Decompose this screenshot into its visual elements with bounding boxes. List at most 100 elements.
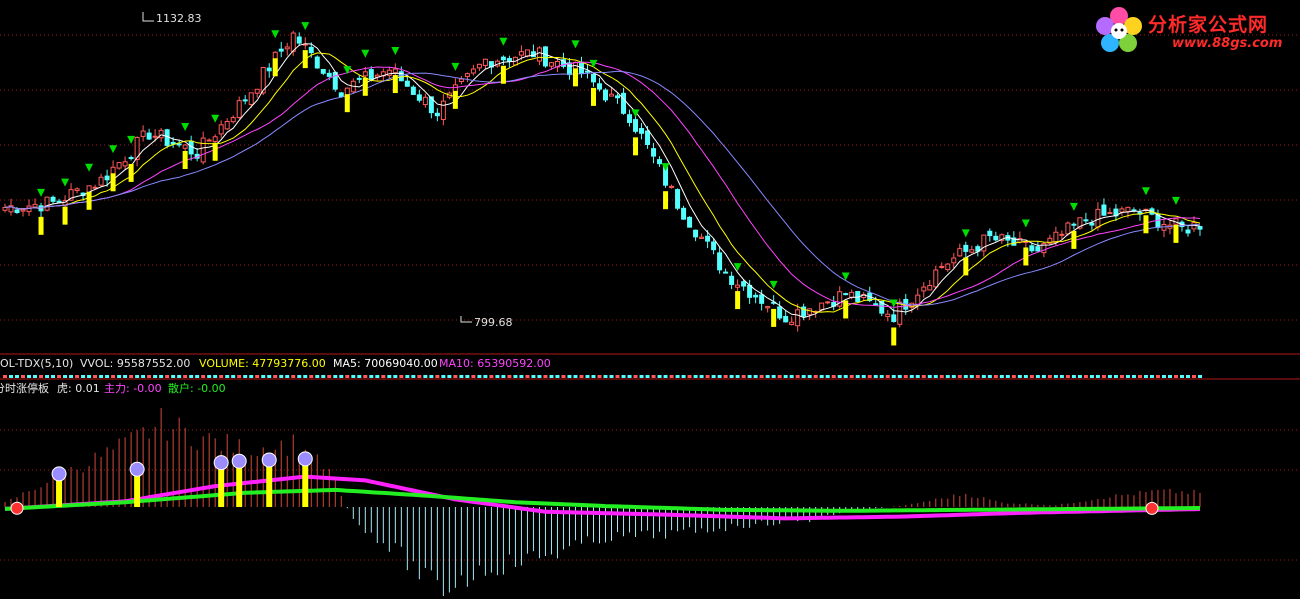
- candle-body: [44, 196, 50, 211]
- candle-body: [1119, 208, 1125, 213]
- smiley-badge-icon: [297, 451, 313, 467]
- candle-body: [699, 236, 705, 239]
- candle-body: [897, 301, 903, 325]
- candle-body: [542, 46, 548, 67]
- candle-body: [290, 32, 296, 52]
- smiley-badge-icon: [213, 455, 229, 471]
- candle-body: [669, 185, 675, 188]
- arrow-down-icon: [1141, 187, 1150, 196]
- volume-bar: [297, 375, 302, 378]
- volume-bar: [747, 375, 752, 378]
- volume-bar: [951, 375, 956, 378]
- candle-body: [1053, 231, 1059, 243]
- volume-bar: [1173, 375, 1178, 378]
- arrow-down-icon: [109, 145, 118, 154]
- volume-bar: [537, 375, 542, 378]
- volume-bar: [453, 375, 458, 378]
- candle-body: [741, 281, 747, 287]
- signal-bar: [302, 50, 308, 69]
- volume-bar: [531, 375, 536, 378]
- signal-bar: [62, 206, 68, 225]
- volume-bar: [543, 375, 548, 378]
- candle-body: [963, 244, 969, 252]
- signal-bar: [362, 77, 368, 96]
- candle-body: [116, 162, 122, 169]
- signal-bar: [1071, 230, 1077, 249]
- candle-body: [987, 230, 993, 237]
- signal-bar: [128, 163, 134, 182]
- volume-bar: [777, 375, 782, 378]
- candle-body: [548, 62, 554, 67]
- volume-bar: [795, 375, 800, 378]
- volume-bar: [687, 375, 692, 378]
- candle-body: [609, 93, 615, 97]
- volume-bar: [381, 375, 386, 378]
- signal-bar: [1143, 215, 1149, 234]
- candle-body: [765, 306, 771, 309]
- volume-bar: [879, 375, 884, 378]
- volume-bar: [705, 375, 710, 378]
- volume-bar: [1155, 375, 1160, 378]
- candle-body: [1083, 219, 1089, 222]
- volume-bar: [339, 375, 344, 378]
- candle-body: [164, 129, 170, 146]
- volume-bar: [21, 375, 26, 378]
- price-grid: [0, 34, 1300, 321]
- candle-body: [506, 58, 512, 62]
- volume-bar: [9, 375, 14, 378]
- candle-body: [1101, 204, 1107, 216]
- volume-bar: [291, 375, 296, 378]
- signal-bar: [1023, 247, 1029, 266]
- signal-bar: [891, 327, 897, 346]
- volume-bar: [1179, 375, 1184, 378]
- volume-bar: [561, 375, 566, 378]
- arrow-down-icon: [1021, 219, 1030, 228]
- volume-bar: [855, 375, 860, 378]
- volume-bar: [105, 375, 110, 378]
- site-logo[interactable]: 分析家公式网 www.88gs.com: [1092, 4, 1292, 58]
- volume-bar: [1071, 375, 1076, 378]
- volume-bar: [411, 375, 416, 378]
- volume-bar: [273, 375, 278, 378]
- candle-body: [927, 284, 933, 291]
- volume-bar: [609, 375, 614, 378]
- candle-body: [56, 200, 62, 203]
- volume-bar: [207, 375, 212, 378]
- candle-body: [717, 252, 723, 271]
- arrow-down-icon: [343, 66, 352, 75]
- volume-bar: [75, 375, 80, 378]
- candle-body: [843, 293, 849, 296]
- candle-body: [1185, 229, 1191, 234]
- candle-body: [476, 63, 482, 69]
- candle-body: [524, 49, 530, 57]
- volume-bar: [1119, 375, 1124, 378]
- candle-body: [969, 249, 975, 253]
- volume-bar: [513, 375, 518, 378]
- candle-body: [320, 69, 326, 74]
- candle-body: [873, 303, 879, 306]
- volume-bar: [873, 375, 878, 378]
- volume-bar: [153, 375, 158, 378]
- smiley-badge-icon: [51, 466, 67, 482]
- volume-bar: [321, 375, 326, 378]
- candle-body: [536, 47, 542, 62]
- candle-body: [212, 136, 218, 142]
- volume-bar: [975, 375, 980, 378]
- volume-bar: [345, 375, 350, 378]
- candle-body: [945, 263, 951, 271]
- volume-bar: [219, 375, 224, 378]
- candle-body: [921, 286, 927, 292]
- volume-bar: [249, 375, 254, 378]
- volume-bar: [759, 375, 764, 378]
- candle-body: [759, 294, 765, 304]
- volume-bar: [903, 375, 908, 378]
- volume-bar: [51, 375, 56, 378]
- signal-bar: [590, 87, 596, 106]
- candle-body: [633, 119, 639, 132]
- candle-body: [14, 209, 20, 213]
- signal-bar: [633, 137, 639, 156]
- signal-bar: [1173, 224, 1179, 243]
- candle-body: [621, 92, 627, 114]
- chart-stage: 1132.83 799.68 OL-TDX(5,10) VVOL: 955875…: [0, 12, 1300, 596]
- candle-body: [284, 46, 290, 50]
